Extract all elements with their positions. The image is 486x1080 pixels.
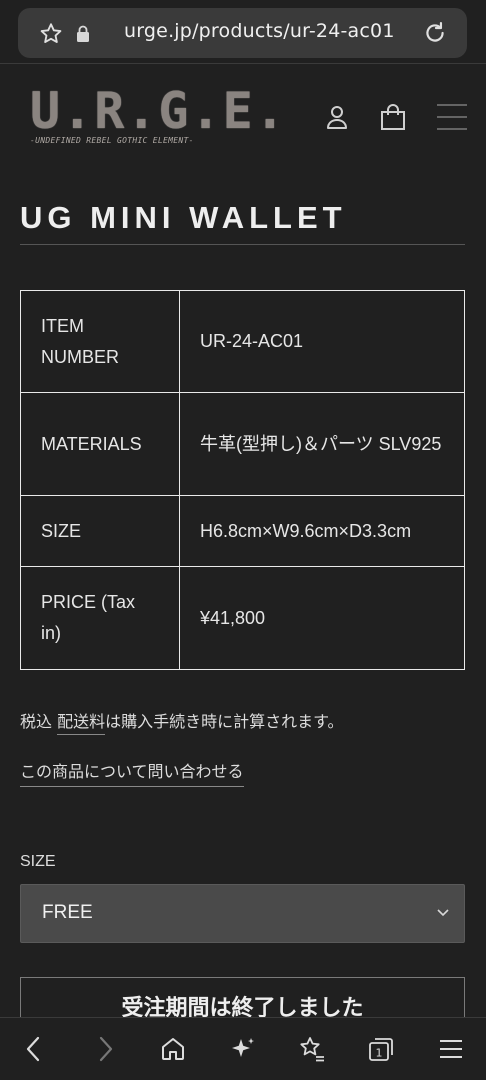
browser-bottom-nav: 1 [0,1017,486,1080]
sparkle-icon[interactable] [229,1035,257,1063]
product-inquiry-link[interactable]: この商品について問い合わせる [20,758,244,787]
browser-menu-icon[interactable] [437,1035,465,1063]
browser-top-bar: urge.jp/products/ur-24-ac01 [0,0,486,64]
site-header: U.R.G.E. -UNDEFINED REBEL GOTHIC ELEMENT… [0,64,486,174]
account-icon[interactable] [322,102,352,132]
tabs-icon[interactable]: 1 [367,1035,395,1063]
chevron-down-icon [437,909,449,917]
forward-arrow-icon[interactable] [91,1035,119,1063]
logo-text: U.R.G.E. [30,82,287,140]
table-row: PRICE (Tax in) ¥41,800 [20,566,465,670]
cart-bag-icon[interactable] [378,102,408,132]
title-divider [20,244,465,245]
address-bar[interactable]: urge.jp/products/ur-24-ac01 [18,8,467,58]
spec-key: PRICE (Tax in) [20,566,180,670]
home-icon[interactable] [159,1035,187,1063]
tax-suffix: は購入手続き時に計算されます。 [105,712,344,731]
spec-value: ¥41,800 [179,566,465,670]
logo-subtitle: -UNDEFINED REBEL GOTHIC ELEMENT- [30,136,194,145]
spec-key: SIZE [20,495,180,567]
spec-value: 牛革(型押し)＆パーツ SLV925 [179,392,465,496]
spec-value: H6.8cm×W9.6cm×D3.3cm [179,495,465,567]
spec-key: ITEM NUMBER [20,290,180,393]
product-spec-table: ITEM NUMBER UR-24-AC01 MATERIALS 牛革(型押し)… [20,290,465,670]
table-row: ITEM NUMBER UR-24-AC01 [20,290,465,393]
table-row: MATERIALS 牛革(型押し)＆パーツ SLV925 [20,392,465,496]
tax-prefix: 税込 [20,712,58,731]
table-row: SIZE H6.8cm×W9.6cm×D3.3cm [20,495,465,567]
site-logo[interactable]: U.R.G.E. -UNDEFINED REBEL GOTHIC ELEMENT… [30,82,285,152]
back-arrow-icon[interactable] [20,1035,48,1063]
reload-icon[interactable] [422,20,448,46]
size-select[interactable]: FREE [20,884,465,943]
url-text[interactable]: urge.jp/products/ur-24-ac01 [124,20,395,42]
size-label: SIZE [20,853,56,870]
tab-count: 1 [376,1047,383,1060]
shipping-policy-link[interactable]: 配送料 [57,712,106,735]
tax-note: 税込 配送料は購入手続き時に計算されます。 [20,708,344,735]
hamburger-menu-icon[interactable] [436,102,468,132]
size-selected-value: FREE [42,902,93,923]
product-title: UG MINI WALLET [20,200,347,235]
bookmarks-star-list-icon[interactable] [298,1035,326,1063]
bookmark-star-icon[interactable] [38,21,64,47]
lock-icon [77,25,89,42]
spec-key: MATERIALS [20,392,180,496]
spec-value: UR-24-AC01 [179,290,465,393]
